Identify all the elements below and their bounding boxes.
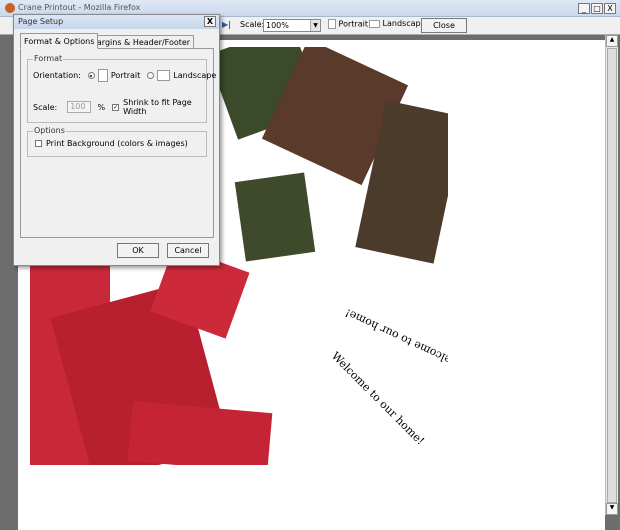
landscape-label: Landscape — [382, 19, 426, 28]
close-window-button[interactable]: X — [604, 3, 616, 14]
firefox-icon — [5, 3, 15, 13]
scale-select[interactable]: 100% ▼ — [263, 19, 321, 32]
orientation-label: Orientation: — [33, 71, 81, 80]
landscape-radio[interactable] — [147, 72, 155, 79]
shrink-to-fit-label: Shrink to fit Page Width — [123, 98, 192, 116]
format-legend: Format — [33, 54, 64, 63]
shrink-to-fit-checkbox[interactable]: ✓ — [112, 103, 120, 111]
tab-format-options[interactable]: Format & Options — [20, 33, 99, 49]
scale-input[interactable]: 100 — [67, 101, 91, 113]
landscape-icon — [369, 19, 380, 28]
portrait-button[interactable]: Portrait — [328, 19, 368, 29]
scroll-down-icon[interactable]: ▼ — [606, 503, 618, 515]
minimize-button[interactable]: _ — [578, 3, 590, 14]
welcome-text-1: Welcome to our home! — [343, 306, 448, 371]
landscape-button[interactable]: Landscape — [369, 19, 426, 28]
landscape-radio-label: Landscape — [173, 71, 217, 80]
format-group: Format Orientation: Portrait Landscape S… — [27, 54, 216, 123]
scale-label: Scale: — [240, 20, 265, 29]
close-preview-button[interactable]: Close — [421, 18, 467, 33]
portrait-radio[interactable] — [87, 72, 95, 79]
chevron-down-icon: ▼ — [310, 20, 320, 31]
scroll-thumb[interactable] — [607, 48, 617, 503]
ok-button[interactable]: OK — [117, 243, 159, 258]
portrait-page-icon — [97, 69, 108, 82]
landscape-page-icon — [157, 70, 171, 81]
format-options-panel: Format Orientation: Portrait Landscape S… — [20, 48, 216, 238]
dialog-close-button[interactable]: X — [204, 16, 216, 27]
maximize-button[interactable]: □ — [591, 3, 603, 14]
portrait-icon — [328, 19, 336, 29]
window-title: Crane Printout - Mozilla Firefox — [18, 3, 141, 12]
dialog-title: Page Setup — [14, 15, 219, 29]
welcome-text-2: Welcome to our home! — [328, 349, 427, 448]
print-background-label: Print Background (colors & images) — [46, 139, 188, 148]
tab-margins-header-footer[interactable]: Margins & Header/Footer — [86, 35, 195, 49]
last-page-icon[interactable]: ▶| — [222, 20, 231, 29]
portrait-label: Portrait — [338, 19, 368, 29]
scale-value: 100% — [266, 21, 289, 30]
scale-field-label: Scale: — [33, 102, 58, 112]
percent-label: % — [97, 102, 106, 112]
scroll-up-icon[interactable]: ▲ — [606, 35, 618, 47]
portrait-radio-label: Portrait — [110, 71, 141, 80]
cancel-button[interactable]: Cancel — [167, 243, 209, 258]
page-setup-dialog: Page Setup X Format & Options Margins & … — [13, 14, 220, 266]
options-group: Options Print Background (colors & image… — [27, 126, 207, 157]
print-background-checkbox[interactable] — [35, 140, 42, 147]
options-legend: Options — [33, 126, 66, 135]
vertical-scrollbar[interactable]: ▲ ▼ — [605, 35, 618, 515]
